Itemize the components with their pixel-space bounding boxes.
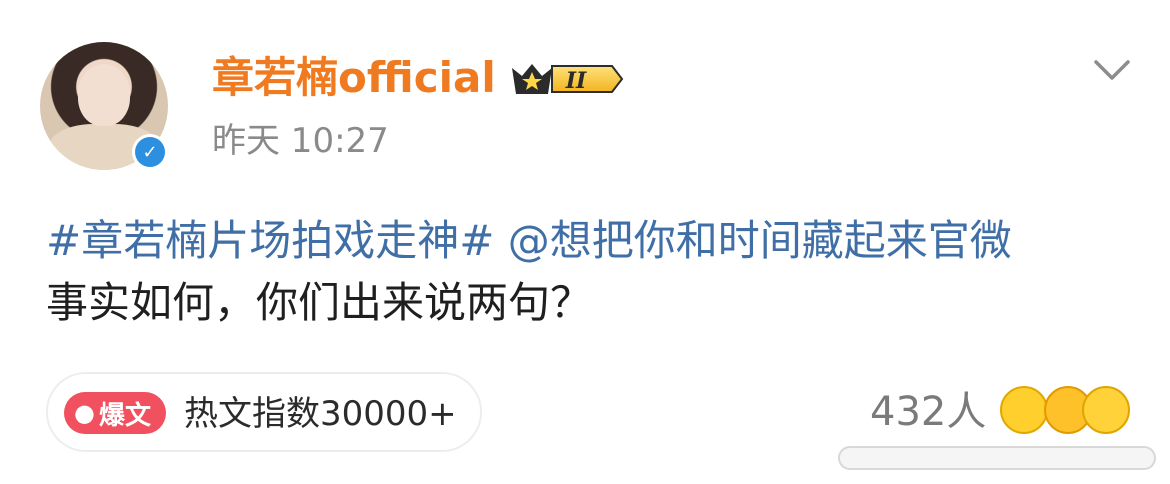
mention-link[interactable]: @想把你和时间藏起来官微 — [508, 216, 1012, 265]
reaction-count[interactable]: 432人 — [870, 388, 986, 436]
horizontal-scrollbar[interactable] — [838, 446, 1156, 470]
flame-icon: ● — [74, 399, 95, 427]
surprised-emoji-icon — [1082, 386, 1130, 434]
vip-crown-badge-icon[interactable]: II — [508, 58, 624, 100]
hot-index-text: 热文指数30000+ — [184, 394, 457, 434]
hot-tag-label: 爆文 — [98, 400, 151, 431]
hot-article-pill[interactable]: ● 爆文 热文指数30000+ — [46, 372, 482, 452]
hashtag-link[interactable]: #章若楠片场拍戏走神# — [46, 216, 494, 265]
vip-level-text: II — [565, 68, 587, 94]
post-body-text: 事实如何，你们出来说两句？ — [46, 278, 593, 327]
post-username[interactable]: 章若楠official — [212, 52, 496, 104]
post-content: #章若楠片场拍戏走神# @想把你和时间藏起来官微 事实如何，你们出来说两句？ — [46, 210, 1136, 334]
hot-article-tag: ● 爆文 — [64, 392, 166, 434]
checkmark-icon: ✓ — [135, 137, 165, 167]
chevron-down-icon[interactable] — [1092, 56, 1132, 84]
grinning-emoji-icon — [1000, 386, 1048, 434]
post-timestamp: 昨天 10:27 — [212, 121, 389, 161]
verified-badge-icon: ✓ — [132, 134, 168, 170]
avatar-face — [78, 64, 130, 126]
